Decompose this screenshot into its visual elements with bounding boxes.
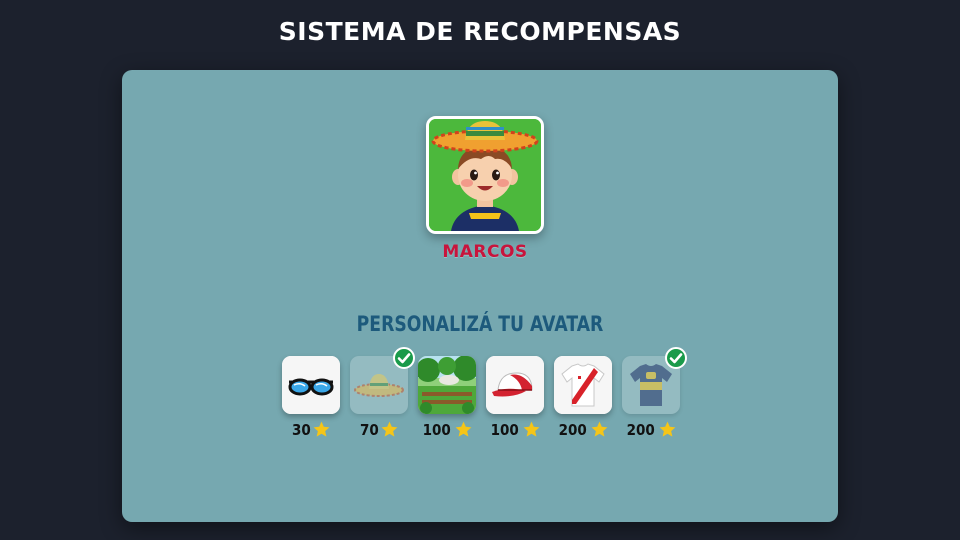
page-title: SISTEMA DE RECOMPENSAS [278, 17, 682, 46]
boy-avatar-icon [429, 119, 541, 231]
star-icon [523, 421, 540, 437]
price-value: 200 [558, 420, 588, 439]
star-icon [659, 421, 676, 437]
avatar[interactable] [426, 116, 544, 234]
river-jersey-icon [554, 356, 612, 414]
reward-item-sunglasses[interactable] [282, 356, 340, 414]
reward-item-park-background[interactable] [418, 356, 476, 414]
reward-item-cap[interactable] [486, 356, 544, 414]
reward-item-sombrero[interactable] [350, 347, 415, 414]
price-value: 70 [359, 420, 379, 439]
reward-item-boca-jersey[interactable] [622, 347, 687, 414]
price-boca-jersey: 200 [622, 420, 680, 439]
star-icon [455, 421, 472, 437]
sunglasses-icon [282, 356, 340, 414]
price-value: 100 [422, 420, 452, 439]
star-icon [382, 421, 398, 437]
cap-icon [486, 356, 544, 414]
price-sombrero: 70 [350, 420, 408, 439]
star-icon [591, 421, 608, 437]
customize-title: PERSONALIZÁ TU AVATAR [356, 312, 604, 336]
rewards-panel: MARCOS PERSONALIZÁ TU AVATAR 30 70 100 1… [122, 70, 838, 522]
price-park-background: 100 [418, 420, 476, 439]
price-cap: 100 [486, 420, 544, 439]
avatar-name: MARCOS [442, 242, 528, 262]
star-icon [314, 421, 330, 437]
price-value: 30 [291, 420, 311, 439]
price-value: 200 [626, 420, 656, 439]
owned-check-icon [393, 347, 415, 369]
park-background-icon [418, 356, 476, 414]
price-value: 100 [490, 420, 520, 439]
price-river-jersey: 200 [554, 420, 612, 439]
owned-check-icon [665, 347, 687, 369]
price-sunglasses: 30 [282, 420, 340, 439]
reward-item-river-jersey[interactable] [554, 356, 612, 414]
